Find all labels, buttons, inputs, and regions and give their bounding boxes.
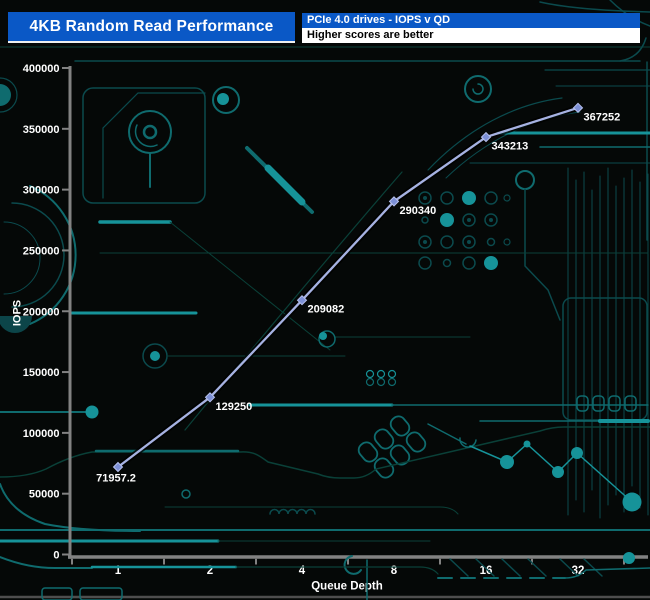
benchmark-chart-canvas: 0 50000 100000 150000 200000 250000 300000 3500… [0,0,650,600]
chart-note: Higher scores are better [302,28,640,43]
chart-subtitle: PCIe 4.0 drives - IOPS v QD [302,13,640,28]
chart-title: 4KB Random Read Performance [8,12,295,43]
circuit-background [0,0,650,600]
chart-header-right: PCIe 4.0 drives - IOPS v QD Higher score… [302,13,640,43]
